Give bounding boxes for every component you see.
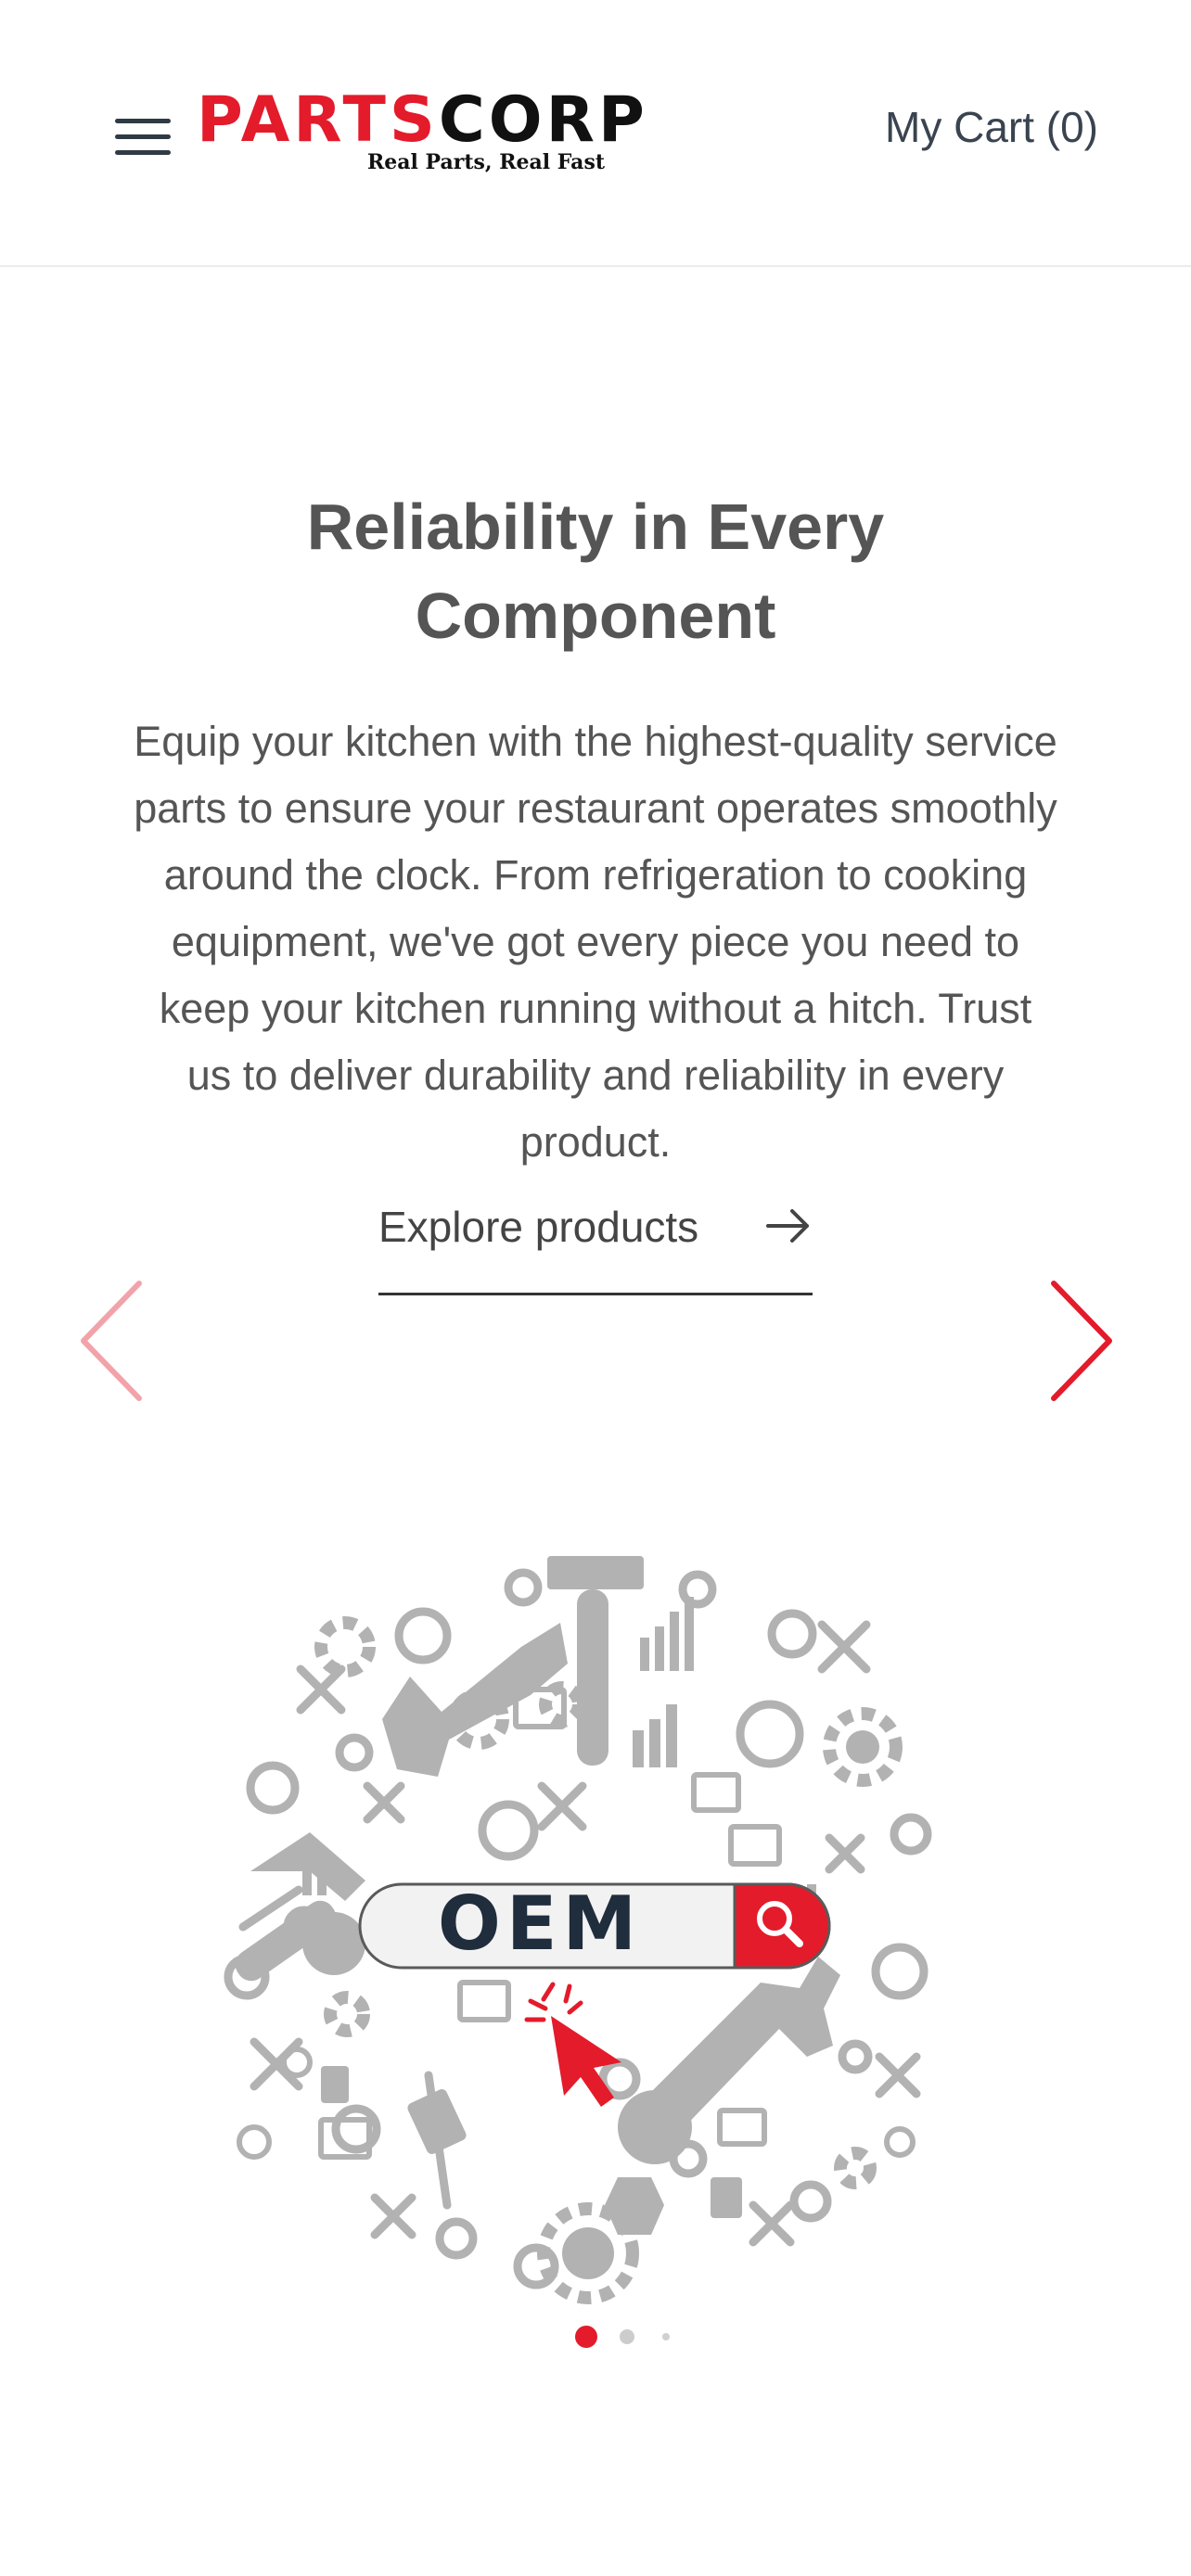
carousel-prev-chevron-icon[interactable]	[74, 1278, 148, 1409]
explore-products-link[interactable]: Explore products	[378, 1196, 813, 1295]
oem-parts-illustration: OEM	[206, 1537, 985, 2316]
oem-search-bar: OEM	[358, 1881, 831, 1970]
hero-title: Reliability in Every Component	[306, 491, 885, 652]
logo-corp-text: CORP	[438, 83, 648, 157]
partscorp-logo[interactable]: PARTSCORP Real Parts, Real Fast	[197, 83, 645, 178]
carousel-dot-3[interactable]	[662, 2333, 670, 2340]
logo-tagline: Real Parts, Real Fast	[367, 150, 605, 174]
explore-products-label: Explore products	[378, 1203, 699, 1251]
hamburger-menu-icon[interactable]	[115, 115, 171, 158]
logo-parts-text: PARTS	[197, 83, 439, 157]
arrow-right-icon	[766, 1209, 809, 1243]
site-header: PARTSCORP Real Parts, Real Fast My Cart …	[0, 0, 1191, 267]
oem-search-text: OEM	[438, 1881, 642, 1967]
cursor-click-icon	[524, 1982, 621, 2107]
carousel-dot-2[interactable]	[620, 2329, 634, 2344]
carousel-pagination	[575, 2326, 686, 2352]
carousel-dot-1[interactable]	[575, 2326, 597, 2348]
my-cart-link[interactable]: My Cart (0)	[885, 102, 1098, 152]
carousel-next-chevron-icon[interactable]	[1044, 1278, 1119, 1409]
hero-description: Equip your kitchen with the highest-qual…	[134, 718, 1057, 1166]
